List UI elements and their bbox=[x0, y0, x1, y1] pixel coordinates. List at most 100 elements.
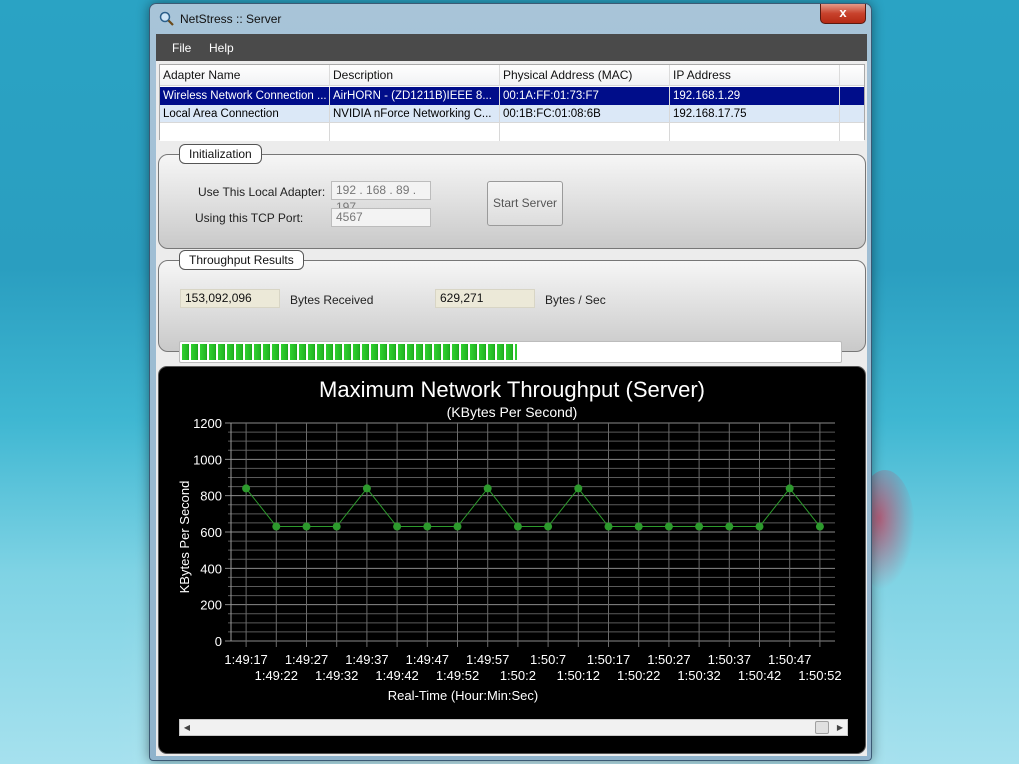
throughput-chart: Maximum Network Throughput (Server) (KBy… bbox=[177, 377, 842, 703]
x-tick-label: 1:50:2 bbox=[500, 668, 536, 683]
cell-empty bbox=[670, 123, 840, 141]
cell-mac-address: 00:1B:FC:01:08:6B bbox=[500, 105, 670, 123]
tcp-port-label: Using this TCP Port: bbox=[195, 211, 304, 225]
x-tick-label: 1:50:52 bbox=[798, 668, 841, 683]
y-tick-label: 0 bbox=[215, 634, 222, 649]
x-tick-label: 1:50:37 bbox=[708, 652, 751, 667]
table-row[interactable]: Wireless Network Connection ... AirHORN … bbox=[160, 87, 864, 105]
adapter-label: Use This Local Adapter: bbox=[198, 185, 326, 199]
tcp-port-field[interactable]: 4567 bbox=[331, 208, 431, 227]
scroll-thumb[interactable] bbox=[815, 721, 829, 734]
cell-mac-address: 00:1A:FF:01:73:F7 bbox=[500, 87, 670, 105]
data-point bbox=[483, 484, 492, 493]
initialization-label: Initialization bbox=[179, 144, 262, 164]
initialization-group: Initialization Use This Local Adapter: 1… bbox=[158, 144, 866, 249]
throughput-progress-bar bbox=[179, 341, 842, 363]
data-point bbox=[453, 522, 462, 531]
menu-help[interactable]: Help bbox=[209, 41, 234, 55]
adapter-list-header: Adapter Name Description Physical Addres… bbox=[160, 65, 864, 86]
cell-ip-address: 192.168.17.75 bbox=[670, 105, 840, 123]
data-point bbox=[272, 522, 281, 531]
x-tick-label: 1:49:57 bbox=[466, 652, 509, 667]
throughput-chart-panel: Maximum Network Throughput (Server) (KBy… bbox=[158, 366, 866, 754]
data-point bbox=[725, 522, 734, 531]
menu-bar: File Help bbox=[156, 34, 867, 61]
data-point bbox=[332, 522, 341, 531]
x-tick-label: 1:50:27 bbox=[647, 652, 690, 667]
scroll-right-arrow-icon[interactable]: ▶ bbox=[833, 720, 847, 735]
x-tick-label: 1:50:47 bbox=[768, 652, 811, 667]
column-mac-address[interactable]: Physical Address (MAC) bbox=[500, 65, 670, 86]
column-description[interactable]: Description bbox=[330, 65, 500, 86]
data-point bbox=[695, 522, 704, 531]
x-tick-label: 1:50:7 bbox=[530, 652, 566, 667]
x-tick-label: 1:49:22 bbox=[255, 668, 298, 683]
bytes-received-value: 153,092,096 bbox=[180, 289, 280, 308]
window-title: NetStress :: Server bbox=[180, 12, 282, 26]
start-server-button[interactable]: Start Server bbox=[487, 181, 563, 226]
data-point bbox=[815, 522, 824, 531]
data-point bbox=[634, 522, 643, 531]
data-point bbox=[755, 522, 764, 531]
bytes-per-sec-label: Bytes / Sec bbox=[545, 293, 606, 307]
throughput-results-label: Throughput Results bbox=[179, 250, 304, 270]
x-tick-label: 1:49:42 bbox=[375, 668, 418, 683]
y-tick-labels: 0 200 400 600 800 1000 1200 bbox=[193, 416, 222, 649]
x-tick-label: 1:49:27 bbox=[285, 652, 328, 667]
x-axis-label: Real-Time (Hour:Min:Sec) bbox=[388, 688, 539, 703]
y-tick-label: 800 bbox=[200, 489, 222, 504]
table-row-empty bbox=[160, 123, 864, 141]
adapter-ip-field[interactable]: 192 . 168 . 89 . 197 bbox=[331, 181, 431, 214]
x-tick-label: 1:49:32 bbox=[315, 668, 358, 683]
x-tick-label: 1:49:47 bbox=[406, 652, 449, 667]
chart-horizontal-scrollbar[interactable]: ◀ ▶ bbox=[179, 719, 848, 736]
x-tick-label: 1:50:42 bbox=[738, 668, 781, 683]
y-tick-label: 1000 bbox=[193, 452, 222, 467]
x-tick-label: 1:50:12 bbox=[557, 668, 600, 683]
x-tick-label: 1:49:17 bbox=[224, 652, 267, 667]
netstress-server-window: NetStress :: Server x File Help Adapter … bbox=[149, 3, 872, 761]
row-divider bbox=[160, 122, 864, 123]
cell-description: NVIDIA nForce Networking C... bbox=[330, 105, 500, 123]
data-point bbox=[544, 522, 553, 531]
data-point bbox=[393, 522, 402, 531]
menu-file[interactable]: File bbox=[172, 41, 191, 55]
table-row[interactable]: Local Area Connection NVIDIA nForce Netw… bbox=[160, 105, 864, 123]
y-tick-label: 400 bbox=[200, 561, 222, 576]
title-bar[interactable]: NetStress :: Server x bbox=[150, 4, 871, 34]
bytes-per-sec-value: 629,271 bbox=[435, 289, 535, 308]
y-axis-label: KBytes Per Second bbox=[177, 481, 192, 594]
data-point bbox=[664, 522, 673, 531]
series-line bbox=[242, 484, 824, 531]
x-tick-label: 1:50:17 bbox=[587, 652, 630, 667]
chart-grid bbox=[225, 422, 835, 647]
scroll-left-arrow-icon[interactable]: ◀ bbox=[180, 720, 194, 735]
cell-adapter-name: Wireless Network Connection ... bbox=[160, 87, 330, 105]
data-point bbox=[574, 484, 583, 493]
y-tick-label: 200 bbox=[200, 598, 222, 613]
magnifier-app-icon bbox=[159, 11, 174, 26]
data-point bbox=[423, 522, 432, 531]
chart-title: Maximum Network Throughput (Server) bbox=[319, 377, 705, 402]
column-adapter-name[interactable]: Adapter Name bbox=[160, 65, 330, 86]
close-button[interactable]: x bbox=[820, 4, 866, 24]
adapter-list[interactable]: Adapter Name Description Physical Addres… bbox=[159, 64, 865, 141]
data-point bbox=[362, 484, 371, 493]
data-point bbox=[513, 522, 522, 531]
cell-empty bbox=[500, 123, 670, 141]
cell-ip-address: 192.168.1.29 bbox=[670, 87, 840, 105]
data-point bbox=[785, 484, 794, 493]
window-client-area: File Help Adapter Name Description Physi… bbox=[156, 34, 867, 756]
y-tick-label: 600 bbox=[200, 525, 222, 540]
data-point bbox=[302, 522, 311, 531]
column-ip-address[interactable]: IP Address bbox=[670, 65, 840, 86]
x-tick-label: 1:50:22 bbox=[617, 668, 660, 683]
x-tick-label: 1:49:52 bbox=[436, 668, 479, 683]
cell-empty bbox=[160, 123, 330, 141]
x-tick-labels: 1:49:171:49:221:49:271:49:321:49:371:49:… bbox=[224, 652, 841, 683]
cell-description: AirHORN - (ZD1211B)IEEE 8... bbox=[330, 87, 500, 105]
y-tick-label: 1200 bbox=[193, 416, 222, 431]
bytes-received-label: Bytes Received bbox=[290, 293, 374, 307]
chart-subtitle: (KBytes Per Second) bbox=[447, 404, 578, 420]
series-polyline bbox=[245, 487, 821, 528]
